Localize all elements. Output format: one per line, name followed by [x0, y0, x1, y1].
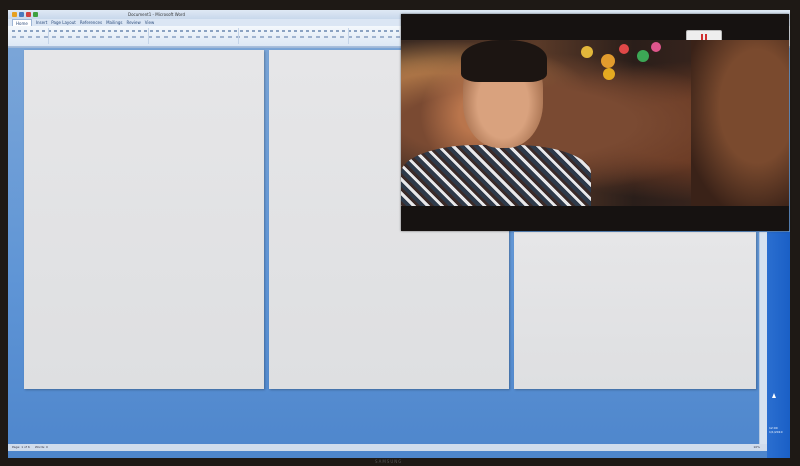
office-button-icon[interactable] — [12, 12, 17, 17]
undo-icon[interactable] — [26, 12, 31, 17]
tab-references[interactable]: References — [80, 19, 102, 26]
tab-page-layout[interactable]: Page Layout — [51, 19, 76, 26]
tab-mailings[interactable]: Mailings — [106, 19, 122, 26]
window-title: Document1 - Microsoft Word — [128, 12, 186, 17]
document-page-1[interactable] — [24, 50, 264, 389]
redo-icon[interactable] — [33, 12, 38, 17]
bokeh-light — [601, 54, 615, 68]
bokeh-light — [637, 50, 649, 62]
tab-home[interactable]: Home — [12, 19, 32, 26]
document-page-3[interactable] — [514, 232, 756, 389]
status-bar: Page: 1 of 6 Words: 0 10% — [8, 444, 790, 451]
status-zoom[interactable]: 10% — [753, 444, 760, 451]
quick-access-toolbar[interactable] — [12, 12, 38, 17]
tab-view[interactable]: View — [145, 19, 155, 26]
tray-date[interactable]: 1/1/2010 — [769, 430, 787, 434]
save-icon[interactable] — [19, 12, 24, 17]
tab-review[interactable]: Review — [127, 19, 141, 26]
ribbon-group-clipboard — [48, 28, 49, 44]
mouse-cursor-icon — [772, 393, 776, 398]
ribbon-group-font — [148, 28, 149, 44]
bokeh-light — [651, 42, 661, 52]
video-frame[interactable] — [401, 40, 789, 206]
person-shirt — [401, 145, 591, 206]
status-page: Page: 1 of 6 — [12, 445, 30, 449]
system-tray: 12:00 1/1/2010 — [769, 426, 787, 434]
video-player-window[interactable] — [401, 14, 789, 231]
background-person — [691, 40, 789, 206]
person-hair — [461, 40, 547, 82]
monitor-brand-logo: SAMSUNG — [375, 459, 403, 464]
ribbon-group-styles — [348, 28, 349, 44]
bokeh-light — [581, 46, 593, 58]
tab-insert[interactable]: Insert — [36, 19, 47, 26]
status-words: Words: 0 — [34, 445, 48, 449]
ribbon-group-paragraph — [238, 28, 239, 44]
bokeh-light — [619, 44, 629, 54]
taskbar: 12:00 1/1/2010 — [767, 232, 790, 458]
bokeh-light — [603, 68, 615, 80]
